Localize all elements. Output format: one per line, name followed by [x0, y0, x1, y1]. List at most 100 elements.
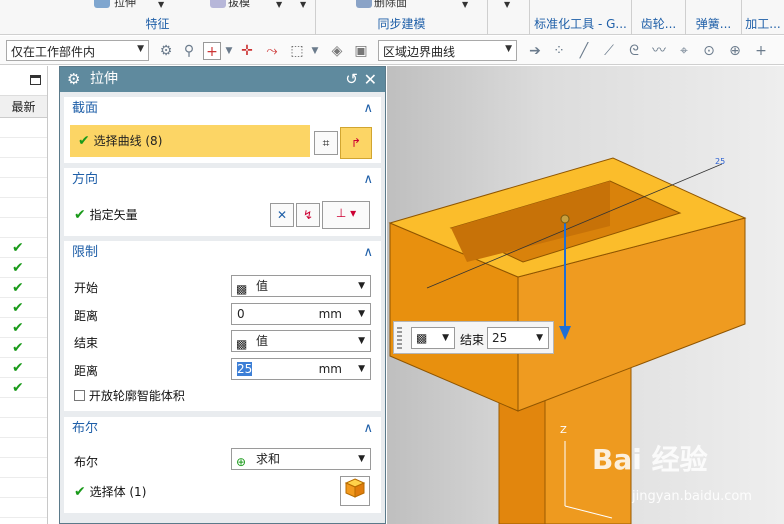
- value-cube-icon: ▩: [416, 331, 428, 345]
- open-profile-checkbox[interactable]: [74, 390, 85, 401]
- specify-vector-row: ✔ 指定矢量: [74, 206, 138, 223]
- navigator-row[interactable]: [0, 418, 47, 438]
- navigator-row[interactable]: [0, 458, 47, 478]
- navigator-row[interactable]: [0, 118, 47, 138]
- chevron-down-icon[interactable]: ▼: [310, 42, 320, 60]
- ribbon-group-label[interactable]: 标准化工具 - G...: [530, 15, 631, 32]
- navigator-row[interactable]: [0, 158, 47, 178]
- navigator-row[interactable]: [0, 198, 47, 218]
- ribbon-group-label[interactable]: 齿轮...: [632, 15, 685, 32]
- intersection-icon[interactable]: ✛: [238, 42, 256, 60]
- selection-toolbar: 仅在工作部件内 ▼ ⚙ ⚲ + ▼ ✛ ⤳ ⬚ ▼ ◈ ▣ 区域边界曲线 ▼ ➔…: [0, 36, 784, 65]
- boolean-select[interactable]: ⊕ 求和 ▼: [231, 448, 371, 470]
- point-select-icon[interactable]: +: [203, 42, 221, 60]
- body-select-icon[interactable]: [340, 476, 370, 506]
- scope-filter-select[interactable]: 仅在工作部件内 ▼: [6, 40, 149, 61]
- ribbon-group-gear[interactable]: 齿轮...: [632, 0, 686, 35]
- quadrant-point-icon[interactable]: ⊕: [726, 42, 744, 60]
- navigator-row[interactable]: ✔: [0, 378, 47, 398]
- curve-rule-select[interactable]: 区域边界曲线 ▼: [378, 40, 517, 61]
- section-curve: 截面 ∧ ✔ 选择曲线 (8) ⌗ ↱: [64, 97, 381, 163]
- navigator-row[interactable]: [0, 138, 47, 158]
- curve-icon[interactable]: ᘓ: [625, 42, 643, 60]
- open-profile-row[interactable]: 开放轮廓智能体积: [74, 387, 185, 404]
- snap-icon[interactable]: ⚙: [157, 42, 175, 60]
- tangent-icon[interactable]: ⟋: [600, 42, 618, 60]
- rectangle-select-icon[interactable]: ⬚: [288, 42, 306, 60]
- filter-icon[interactable]: ⚲: [180, 42, 198, 60]
- scope-filter-value: 仅在工作部件内: [11, 45, 96, 59]
- ribbon-group-label[interactable]: 弹簧...: [686, 15, 741, 32]
- end-distance-label: 距离: [74, 364, 99, 378]
- end-distance-input[interactable]: 25 mm ▼: [231, 358, 371, 380]
- plus-icon[interactable]: +: [752, 42, 770, 60]
- select-curve-icon[interactable]: ⤳: [263, 42, 281, 60]
- navigator-row[interactable]: [0, 438, 47, 458]
- chevron-down-icon: ▼: [358, 454, 365, 464]
- navigator-row[interactable]: [0, 518, 47, 524]
- floating-end-input[interactable]: 25 ▼: [487, 327, 549, 349]
- model-view[interactable]: [387, 66, 784, 524]
- reverse-direction-icon[interactable]: ✕: [270, 203, 294, 227]
- navigator-row[interactable]: ✔: [0, 298, 47, 318]
- vector-dialog-icon[interactable]: ↯: [296, 203, 320, 227]
- navigator-row[interactable]: ✔: [0, 338, 47, 358]
- dot-grid-icon[interactable]: ⁘: [550, 42, 568, 60]
- box-select-icon[interactable]: ▣: [352, 42, 370, 60]
- section-header[interactable]: 方向 ∧: [64, 168, 381, 192]
- intersect-point-icon[interactable]: ⌖: [675, 42, 693, 60]
- center-point-icon[interactable]: ⊙: [700, 42, 718, 60]
- navigator-row[interactable]: ✔: [0, 238, 47, 258]
- start-distance-input[interactable]: 0 mm ▼: [231, 303, 371, 325]
- section-direction: 方向 ∧ ✔ 指定矢量 ✕ ↯ ⊥ ▾: [64, 168, 381, 236]
- drag-grip-icon[interactable]: [397, 327, 402, 349]
- navigator-row[interactable]: [0, 498, 47, 518]
- section-header[interactable]: 截面 ∧: [64, 97, 381, 121]
- boolean-label: 布尔: [74, 455, 99, 469]
- wave-icon[interactable]: 〰: [650, 42, 668, 60]
- solid-body-icon[interactable]: ◈: [328, 42, 346, 60]
- ribbon-group-label[interactable]: 加工...: [742, 15, 784, 32]
- select-curve-field[interactable]: ✔ 选择曲线 (8): [70, 125, 310, 157]
- maximize-icon[interactable]: [30, 75, 41, 85]
- navigator-row[interactable]: ✔: [0, 358, 47, 378]
- reset-icon[interactable]: ↺: [345, 67, 358, 92]
- end-unit: mm: [318, 362, 342, 376]
- navigator-row[interactable]: ✔: [0, 318, 47, 338]
- section-header[interactable]: 布尔 ∧: [64, 417, 381, 441]
- vector-origin-handle[interactable]: [560, 214, 570, 224]
- select-body-row[interactable]: ✔ 选择体 (1): [74, 483, 146, 500]
- ribbon-group-spring[interactable]: 弹簧...: [686, 0, 742, 35]
- graphics-viewport[interactable]: Z 25: [387, 66, 784, 524]
- section-header[interactable]: 限制 ∧: [64, 241, 381, 265]
- sketch-section-icon[interactable]: ⌗: [314, 131, 338, 155]
- navigator-row[interactable]: [0, 218, 47, 238]
- collapse-caret-icon[interactable]: ∧: [363, 417, 373, 441]
- navigator-row[interactable]: ✔: [0, 258, 47, 278]
- vector-type-dropdown[interactable]: ⊥ ▾: [322, 201, 370, 229]
- ribbon-group-sync-modeling: 同步建模: [316, 0, 488, 35]
- start-type-select[interactable]: ▩ 值 ▼: [231, 275, 371, 297]
- curve-select-icon[interactable]: ↱: [340, 127, 372, 159]
- line-icon[interactable]: ╱: [575, 42, 593, 60]
- chevron-down-icon: ▼: [505, 44, 512, 54]
- collapse-caret-icon[interactable]: ∧: [363, 97, 373, 121]
- navigator-row[interactable]: [0, 178, 47, 198]
- navigator-row[interactable]: [0, 398, 47, 418]
- collapse-caret-icon[interactable]: ∧: [363, 168, 373, 192]
- navigator-row[interactable]: ✔: [0, 278, 47, 298]
- latest-column-header[interactable]: 最新: [0, 96, 47, 118]
- navigator-row[interactable]: [0, 478, 47, 498]
- ribbon-group-standard-tools[interactable]: 标准化工具 - G...: [530, 0, 632, 35]
- close-icon[interactable]: ✕: [364, 67, 377, 92]
- arrow-right-icon[interactable]: ➔: [526, 42, 544, 60]
- ribbon: 拉伸 ▼ 拔模 ▼ ▼ 删除面 ▼ ▼ 特征 同步建模 标准化工具 - G...…: [0, 0, 784, 35]
- ribbon-group-machining[interactable]: 加工...: [742, 0, 784, 35]
- end-type-select[interactable]: ▩ 值 ▼: [231, 330, 371, 352]
- collapse-caret-icon[interactable]: ∧: [363, 241, 373, 265]
- specify-vector-label: 指定矢量: [89, 208, 138, 222]
- limit-type-select[interactable]: ▩ ▼: [411, 327, 455, 349]
- gear-icon[interactable]: ⚙: [67, 67, 80, 92]
- chevron-down-icon[interactable]: ▼: [224, 42, 234, 60]
- dialog-title-bar[interactable]: ⚙ 拉伸 ↺ ✕: [60, 67, 385, 92]
